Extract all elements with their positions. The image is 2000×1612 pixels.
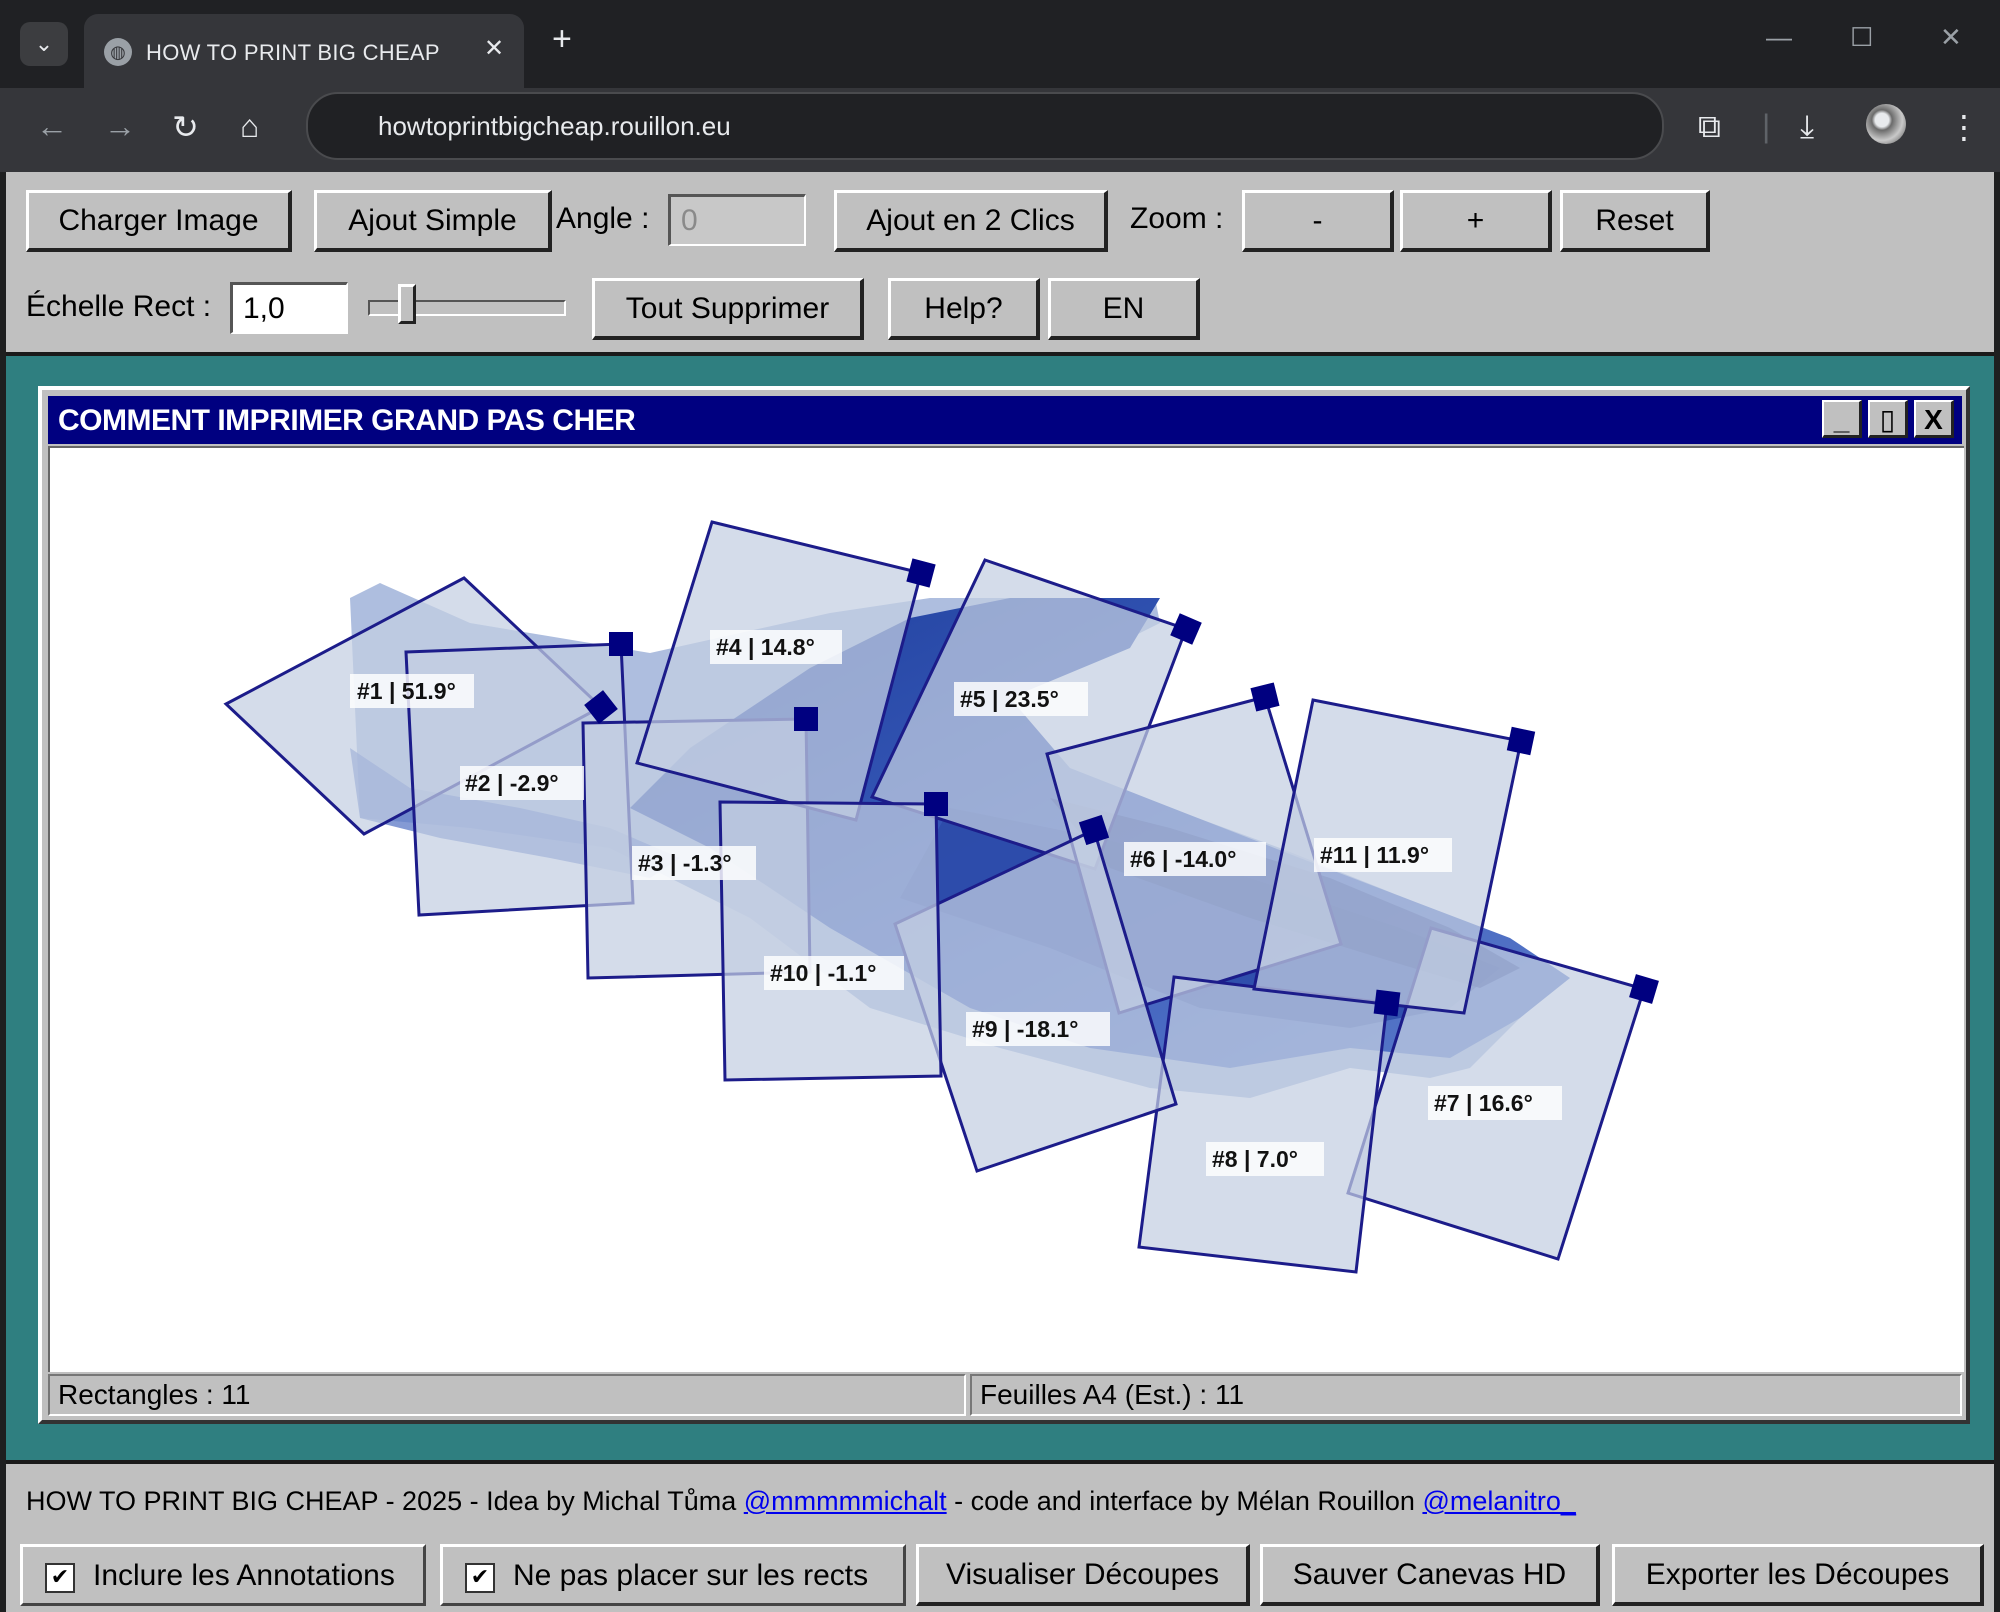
tab-search-button[interactable]: ⌄ [20, 22, 68, 66]
rect-3-label: #3 | -1.3° [638, 850, 732, 876]
rect-3-handle[interactable] [794, 707, 818, 731]
zoom-label: Zoom : [1130, 202, 1224, 235]
window-maximize-icon[interactable]: ☐ [1850, 22, 1873, 53]
browser-nav-bar: ← → ↻ ⌂ howtoprintbigcheap.rouillon.eu ⧉… [0, 88, 2000, 172]
page-content: Charger Image Ajout Simple Angle : Ajout… [6, 172, 1994, 1612]
reset-zoom-button[interactable]: Reset [1560, 190, 1710, 252]
home-icon[interactable]: ⌂ [240, 108, 259, 145]
extensions-puzzle-icon[interactable]: ⧉ [1698, 108, 1721, 146]
rect-scale-label: Échelle Rect : [26, 290, 212, 323]
rect-5-label: #5 | 23.5° [960, 686, 1059, 712]
two-click-add-button[interactable]: Ajout en 2 Clics [834, 190, 1108, 252]
credits-prefix: HOW TO PRINT BIG CHEAP - 2025 - Idea by … [26, 1486, 744, 1516]
include-annotations-checkbox[interactable]: ✔ [45, 1563, 75, 1593]
zoom-in-button[interactable]: + [1400, 190, 1552, 252]
language-toggle-button[interactable]: EN [1048, 278, 1200, 340]
window-close-icon[interactable]: ✕ [1940, 22, 1962, 53]
window-minimize-icon[interactable]: — [1766, 22, 1792, 53]
credits-middle: - code and interface by Mélan Rouillon [946, 1486, 1423, 1516]
app-window: COMMENT IMPRIMER GRAND PAS CHER _ ▯ X #1… [38, 386, 1970, 1424]
save-hd-canvas-button[interactable]: Sauver Canevas HD [1260, 1544, 1600, 1606]
angle-input[interactable] [668, 194, 806, 246]
rect-2-handle[interactable] [609, 632, 633, 656]
rect-4-label: #4 | 14.8° [716, 634, 815, 660]
author-link-michal[interactable]: @mmmmmichalt [744, 1486, 947, 1516]
reload-icon[interactable]: ↻ [172, 108, 199, 146]
back-arrow-icon[interactable]: ← [36, 108, 68, 145]
forward-arrow-icon[interactable]: → [104, 108, 136, 145]
window-close-button[interactable]: X [1914, 400, 1954, 438]
include-annotations-label: Inclure les Annotations [93, 1559, 395, 1592]
credits-line: HOW TO PRINT BIG CHEAP - 2025 - Idea by … [26, 1486, 1576, 1517]
rect-2-label: #2 | -2.9° [465, 770, 559, 796]
new-tab-plus-icon[interactable]: + [552, 20, 572, 59]
rect-1-label: #1 | 51.9° [357, 678, 456, 704]
rect-6-label: #6 | -14.0° [1130, 846, 1236, 872]
window-maximize-button[interactable]: ▯ [1868, 400, 1908, 438]
chevron-down-icon: ⌄ [34, 31, 54, 56]
status-a4-sheets: Feuilles A4 (Est.) : 11 [970, 1374, 1962, 1416]
window-title: COMMENT IMPRIMER GRAND PAS CHER [58, 404, 636, 437]
no-place-on-rects-label: Ne pas placer sur les rects [513, 1559, 869, 1592]
load-image-button[interactable]: Charger Image [26, 190, 292, 252]
no-place-on-rects-checkbox[interactable]: ✔ [465, 1563, 495, 1593]
rect-7-label: #7 | 16.6° [1434, 1090, 1533, 1116]
window-title-bar: COMMENT IMPRIMER GRAND PAS CHER _ ▯ X [48, 396, 1962, 444]
drawing-canvas[interactable]: #1 | 51.9° #2 | -2.9° #3 | -1.3° #4 | 14… [48, 446, 1964, 1372]
status-rect-count: Rectangles : 11 [48, 1374, 966, 1416]
no-place-on-rects-toggle[interactable]: ✔ Ne pas placer sur les rects [440, 1544, 906, 1606]
rect-11-label: #11 | 11.9° [1320, 842, 1429, 868]
include-annotations-toggle[interactable]: ✔ Inclure les Annotations [20, 1544, 426, 1606]
preview-cuts-button[interactable]: Visualiser Découpes [916, 1544, 1250, 1606]
more-menu-icon[interactable]: ⋮ [1948, 108, 1980, 146]
window-minimize-button[interactable]: _ [1822, 400, 1862, 438]
rect-10[interactable] [718, 800, 943, 1082]
rect-8[interactable] [1137, 975, 1389, 1274]
profile-avatar[interactable] [1866, 104, 1906, 144]
app-toolbar: Charger Image Ajout Simple Angle : Ajout… [6, 172, 1994, 356]
rect-scale-slider-thumb[interactable] [398, 284, 416, 324]
zoom-out-button[interactable]: - [1242, 190, 1394, 252]
rect-11-handle[interactable] [1506, 726, 1536, 756]
download-icon[interactable]: ⤓ [1800, 108, 1814, 146]
browser-tab-bar: ⌄ ◍ HOW TO PRINT BIG CHEAP ✕ + — ☐ ✕ [0, 0, 2000, 88]
tab-close-icon[interactable]: ✕ [484, 34, 504, 63]
url-text: howtoprintbigcheap.rouillon.eu [378, 111, 731, 141]
simple-add-button[interactable]: Ajout Simple [314, 190, 552, 252]
delete-all-button[interactable]: Tout Supprimer [592, 278, 864, 340]
app-footer: HOW TO PRINT BIG CHEAP - 2025 - Idea by … [6, 1460, 1994, 1612]
author-link-melan[interactable]: @melanitro_ [1422, 1486, 1575, 1516]
rect-8-label: #8 | 7.0° [1212, 1146, 1298, 1172]
angle-label: Angle : [556, 202, 650, 235]
toolbar-divider: | [1762, 108, 1771, 144]
export-cuts-button[interactable]: Exporter les Découpes [1612, 1544, 1984, 1606]
rect-10-handle[interactable] [924, 792, 948, 816]
rect-scale-input[interactable] [230, 282, 348, 334]
help-button[interactable]: Help? [888, 278, 1040, 340]
canvas-svg: #1 | 51.9° #2 | -2.9° #3 | -1.3° #4 | 14… [223, 520, 1659, 1274]
globe-icon: ◍ [104, 38, 132, 66]
rect-10-label: #10 | -1.1° [770, 960, 876, 986]
browser-tab[interactable]: ◍ HOW TO PRINT BIG CHEAP ✕ [84, 14, 524, 88]
tab-title: HOW TO PRINT BIG CHEAP [146, 40, 440, 65]
address-bar[interactable]: howtoprintbigcheap.rouillon.eu [306, 92, 1664, 160]
rect-9-label: #9 | -18.1° [972, 1016, 1078, 1042]
rect-8-handle[interactable] [1373, 989, 1401, 1017]
